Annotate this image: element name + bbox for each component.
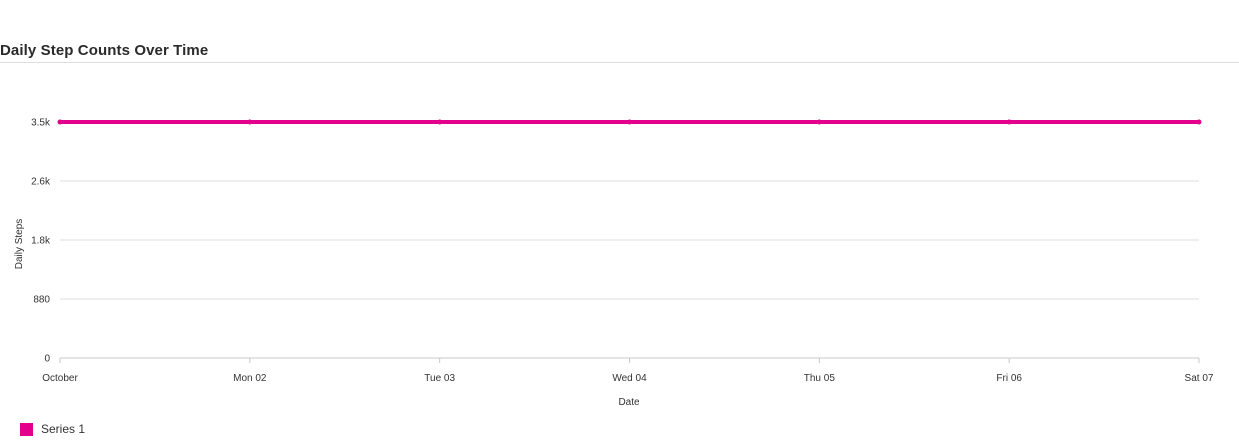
legend-label[interactable]: Series 1 — [41, 422, 85, 436]
data-point — [1196, 119, 1202, 125]
gridlines — [60, 121, 1199, 300]
x-tick-label: Thu 05 — [804, 373, 836, 384]
series-layer — [57, 119, 1202, 125]
y-tick-label: 0 — [44, 354, 50, 365]
y-tick-label: 1.8k — [31, 236, 51, 247]
x-tick-label: October — [42, 373, 78, 384]
x-tick-label: Wed 04 — [612, 373, 647, 384]
x-tick-label: Tue 03 — [424, 373, 455, 384]
data-point — [437, 119, 443, 125]
y-tick-label: 2.6k — [31, 177, 51, 188]
x-tick-label: Sat 07 — [1185, 373, 1214, 384]
x-axis-title: Date — [618, 397, 640, 408]
axes: 0 880 1.8k 2.6k 3.5k October Mon 02 Tue 03 Wed 0… — [31, 118, 1214, 385]
x-tick-label: Fri 06 — [996, 373, 1022, 384]
data-point — [57, 119, 63, 125]
data-point — [247, 119, 253, 125]
data-point — [627, 119, 632, 125]
legend: Series 1 — [20, 422, 85, 436]
y-tick-label: 880 — [33, 295, 50, 306]
data-point — [1006, 119, 1012, 125]
y-axis-title: Daily Steps — [14, 219, 25, 270]
y-tick-label: 3.5k — [31, 118, 51, 129]
x-tick-label: Mon 02 — [233, 373, 267, 384]
legend-swatch — [20, 422, 33, 436]
line-chart: 0 880 1.8k 2.6k 3.5k October Mon 02 Tue 03 Wed 0… — [14, 118, 1214, 409]
data-point — [816, 119, 822, 125]
